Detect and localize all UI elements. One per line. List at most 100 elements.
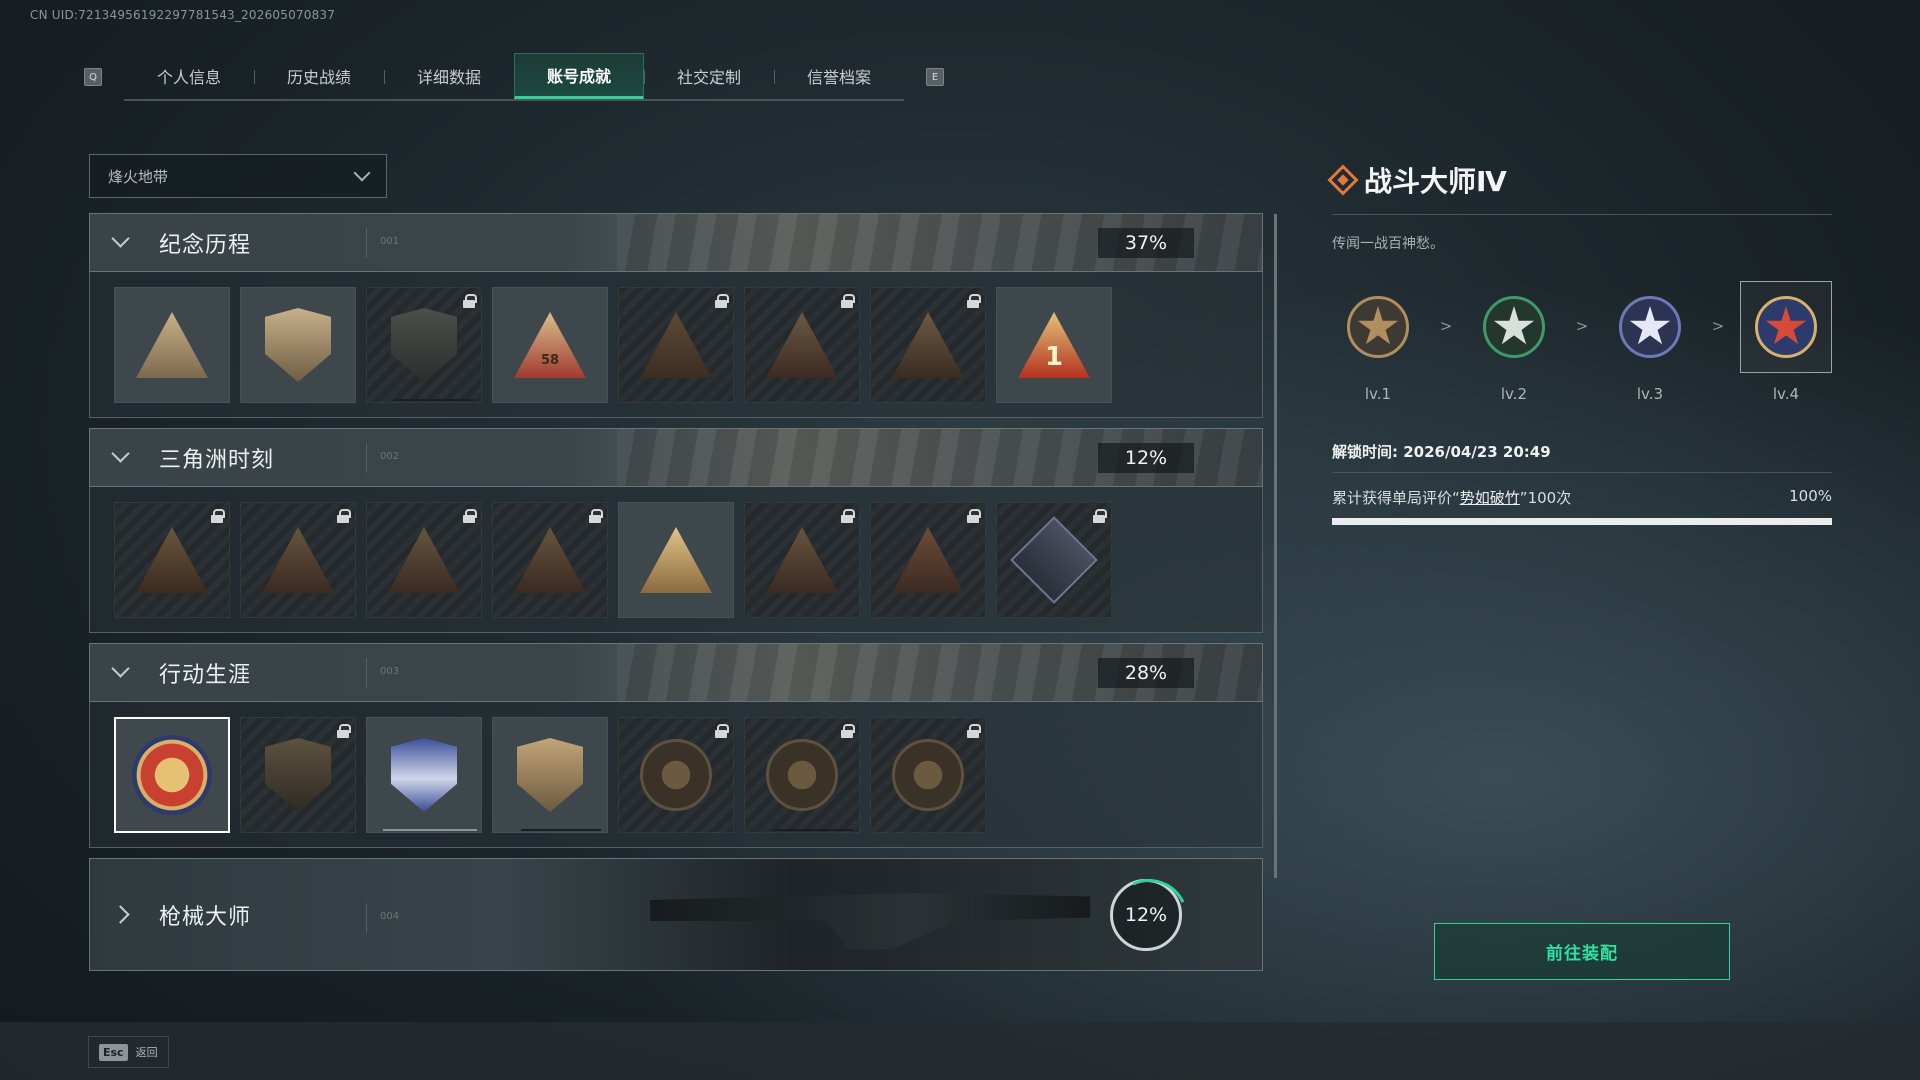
tab-achievements[interactable]: 账号成就 [514, 53, 644, 99]
achievement-badge[interactable] [240, 287, 356, 403]
level-arrow: > [1439, 317, 1453, 335]
lock-icon [463, 509, 477, 523]
flower-diamond-icon [1010, 516, 1098, 604]
requirement-prefix: 累计获得单局评价“ [1332, 489, 1460, 507]
detail-description: 传闻一战百神愁。 [1332, 236, 1444, 252]
mode-dropdown[interactable]: 烽火地带 [89, 154, 387, 198]
tab-detailed-data[interactable]: 详细数据 [384, 53, 514, 99]
achievement-badge-selected[interactable] [114, 717, 230, 833]
gem-shield-icon [517, 738, 583, 812]
chevron-right-icon [111, 905, 130, 924]
achievement-badge-locked[interactable] [240, 502, 356, 618]
chevron-down-icon [111, 444, 130, 463]
category-code: 002 [365, 443, 400, 473]
combat-master-medal-icon [132, 735, 212, 815]
team-triangle-icon [766, 527, 838, 593]
category-badges-operation-career [89, 702, 1263, 848]
footer-bar [0, 1022, 1920, 1080]
achievement-detail-panel: 战斗大师Ⅳ 传闻一战百神愁。 lv.1 > lv.2 > lv.3 > lv.4… [1327, 160, 1832, 525]
category-percent: 37% [1098, 228, 1194, 258]
level-4[interactable]: lv.4 [1740, 281, 1832, 403]
achievement-badge-locked[interactable] [744, 717, 860, 833]
achievement-badge[interactable]: 58 [492, 287, 608, 403]
back-button[interactable]: Esc 返回 [88, 1036, 169, 1068]
tabs: 个人信息 历史战绩 详细数据 账号成就 社交定制 信誉档案 [124, 53, 904, 101]
level-label: lv.2 [1500, 385, 1528, 403]
achievement-badge-locked[interactable] [996, 502, 1112, 618]
achievement-badge-locked[interactable] [744, 287, 860, 403]
category-title: 枪械大师 [159, 904, 252, 930]
achievement-badge[interactable]: 1 [996, 287, 1112, 403]
level-3[interactable]: lv.3 [1604, 281, 1696, 403]
requirement-progress-bar [1332, 518, 1832, 525]
star-icon [1493, 306, 1535, 345]
star-icon [1765, 306, 1807, 345]
achievement-badge-locked[interactable] [492, 502, 608, 618]
achievement-badge[interactable] [492, 717, 608, 833]
badge-progress-line [395, 399, 475, 401]
tank-triangle-icon: 58 [514, 312, 586, 378]
achievement-badge-locked[interactable] [870, 502, 986, 618]
category-title: 纪念历程 [159, 232, 252, 258]
achievement-list: 纪念历程 001 37% 58 1 三角洲时刻 002 12% 行动生涯 003… [89, 213, 1263, 971]
lock-icon [841, 509, 855, 523]
category-header-operation-career[interactable]: 行动生涯 003 28% [89, 643, 1263, 702]
achievement-badge-locked[interactable] [618, 287, 734, 403]
achievement-badge-locked[interactable] [870, 717, 986, 833]
mode-dropdown-value: 烽火地带 [108, 167, 169, 186]
bronze-star-medal-icon [1347, 296, 1409, 358]
category-header-weapon-master[interactable]: 枪械大师 004 12% [89, 858, 1263, 971]
mask-triangle-icon [262, 527, 334, 593]
number-one-triangle-icon: 1 [1018, 312, 1090, 378]
tab-next-key[interactable]: E [926, 68, 944, 86]
star-icon [1357, 306, 1399, 345]
lock-icon [463, 294, 477, 308]
badge-progress-line [383, 829, 477, 831]
list-scrollbar[interactable] [1274, 214, 1277, 878]
achievement-diamond-icon [1327, 164, 1359, 196]
achievement-badge-locked[interactable] [618, 717, 734, 833]
requirement-progress: 100% [1789, 487, 1832, 505]
category-percent: 28% [1098, 658, 1194, 688]
tab-social[interactable]: 社交定制 [644, 53, 774, 99]
tab-bar: Q 个人信息 历史战绩 详细数据 账号成就 社交定制 信誉档案 E [84, 53, 944, 101]
achievement-badge-locked[interactable] [366, 287, 482, 403]
achievement-badge-locked[interactable] [366, 502, 482, 618]
achievement-badge[interactable] [366, 717, 482, 833]
category-percent: 12% [1098, 443, 1194, 473]
tab-prev-key[interactable]: Q [84, 68, 102, 86]
achievement-badge[interactable] [114, 287, 230, 403]
shield-emblem-icon [391, 308, 457, 382]
level-1[interactable]: lv.1 [1332, 281, 1424, 403]
achievement-badge-locked[interactable] [870, 287, 986, 403]
vehicle-triangle-icon [640, 312, 712, 378]
star-icon [1629, 306, 1671, 345]
go-equip-button[interactable]: 前往装配 [1434, 923, 1730, 980]
level-2[interactable]: lv.2 [1468, 281, 1560, 403]
tab-history[interactable]: 历史战绩 [254, 53, 384, 99]
achievement-badge[interactable] [618, 502, 734, 618]
achievement-badge-locked[interactable] [744, 502, 860, 618]
requirement-suffix: ”100次 [1519, 489, 1572, 507]
category-header-delta-moments[interactable]: 三角洲时刻 002 12% [89, 428, 1263, 487]
tab-reputation[interactable]: 信誉档案 [774, 53, 904, 99]
requirement-row: 累计获得单局评价“势如破竹”100次 100% [1332, 487, 1832, 508]
category-header-memorial[interactable]: 纪念历程 001 37% [89, 213, 1263, 272]
unlock-time: 解锁时间: 2026/04/23 20:49 [1332, 441, 1832, 473]
blue-shield-icon [391, 738, 457, 812]
category-percent: 12% [1124, 904, 1168, 926]
triangle-emblem-icon [136, 312, 208, 378]
soldier-triangle-icon [892, 312, 964, 378]
helicopter-shield-icon [265, 308, 331, 382]
figure-triangle-icon [388, 527, 460, 593]
tab-personal-info[interactable]: 个人信息 [124, 53, 254, 99]
wing-shield-icon [265, 738, 331, 812]
requirement-term: 势如破竹 [1459, 489, 1520, 507]
achievement-badge-locked[interactable] [114, 502, 230, 618]
achievement-badge-locked[interactable] [240, 717, 356, 833]
chevron-down-icon [111, 659, 130, 678]
chevron-down-icon [353, 164, 371, 182]
category-badges-memorial: 58 1 [89, 272, 1263, 418]
level-label: lv.1 [1364, 385, 1392, 403]
level-label: lv.4 [1772, 385, 1800, 403]
